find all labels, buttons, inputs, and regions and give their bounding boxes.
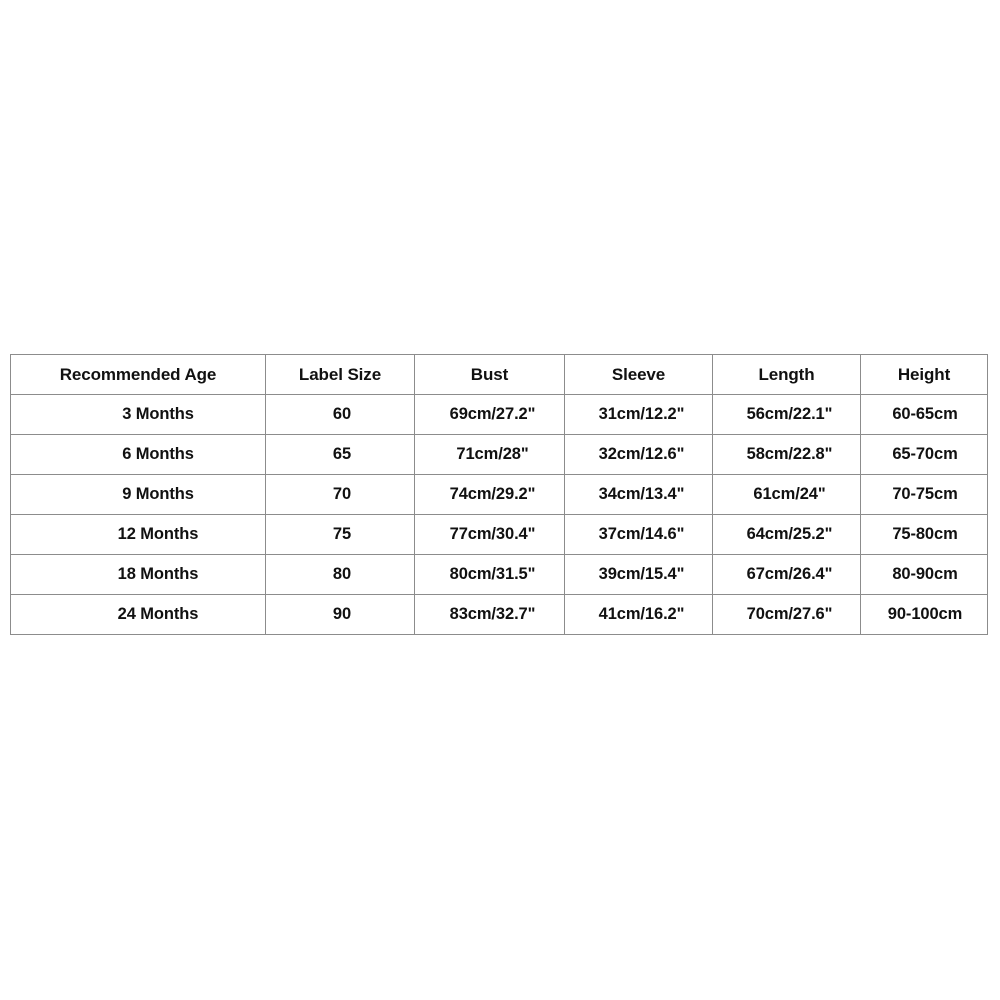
cell-height: 75-80cm <box>860 514 988 555</box>
cell-bust: 77cm/30.4" <box>414 514 565 555</box>
cell-age: 3 Months <box>10 394 266 435</box>
cell-age: 9 Months <box>10 474 266 515</box>
header-row: Recommended Age Label Size Bust Sleeve L… <box>10 354 988 395</box>
cell-sleeve: 34cm/13.4" <box>564 474 713 515</box>
column-header-height: Height <box>860 354 988 395</box>
table-row: 6 Months 65 71cm/28" 32cm/12.6" 58cm/22.… <box>10 434 988 475</box>
cell-label-size: 90 <box>265 594 415 635</box>
table-row: 9 Months 70 74cm/29.2" 34cm/13.4" 61cm/2… <box>10 474 988 515</box>
column-header-label-size: Label Size <box>265 354 415 395</box>
table-row: 18 Months 80 80cm/31.5" 39cm/15.4" 67cm/… <box>10 554 988 595</box>
table-row: 3 Months 60 69cm/27.2" 31cm/12.2" 56cm/2… <box>10 394 988 435</box>
cell-height: 90-100cm <box>860 594 988 635</box>
cell-bust: 80cm/31.5" <box>414 554 565 595</box>
cell-sleeve: 39cm/15.4" <box>564 554 713 595</box>
cell-label-size: 60 <box>265 394 415 435</box>
cell-height: 60-65cm <box>860 394 988 435</box>
cell-sleeve: 37cm/14.6" <box>564 514 713 555</box>
cell-label-size: 75 <box>265 514 415 555</box>
cell-age: 12 Months <box>10 514 266 555</box>
cell-sleeve: 41cm/16.2" <box>564 594 713 635</box>
cell-bust: 71cm/28" <box>414 434 565 475</box>
column-header-bust: Bust <box>414 354 565 395</box>
size-chart-table: Recommended Age Label Size Bust Sleeve L… <box>10 354 988 635</box>
cell-label-size: 80 <box>265 554 415 595</box>
cell-length: 64cm/25.2" <box>712 514 861 555</box>
cell-length: 61cm/24" <box>712 474 861 515</box>
cell-bust: 74cm/29.2" <box>414 474 565 515</box>
cell-sleeve: 31cm/12.2" <box>564 394 713 435</box>
cell-bust: 69cm/27.2" <box>414 394 565 435</box>
cell-age: 18 Months <box>10 554 266 595</box>
table-row: 12 Months 75 77cm/30.4" 37cm/14.6" 64cm/… <box>10 514 988 555</box>
column-header-length: Length <box>712 354 861 395</box>
table-row: 24 Months 90 83cm/32.7" 41cm/16.2" 70cm/… <box>10 594 988 635</box>
cell-length: 67cm/26.4" <box>712 554 861 595</box>
table-body: 3 Months 60 69cm/27.2" 31cm/12.2" 56cm/2… <box>10 394 988 635</box>
size-chart-container: Recommended Age Label Size Bust Sleeve L… <box>10 354 988 635</box>
cell-length: 70cm/27.6" <box>712 594 861 635</box>
cell-length: 56cm/22.1" <box>712 394 861 435</box>
cell-label-size: 65 <box>265 434 415 475</box>
cell-height: 80-90cm <box>860 554 988 595</box>
cell-sleeve: 32cm/12.6" <box>564 434 713 475</box>
cell-height: 70-75cm <box>860 474 988 515</box>
cell-label-size: 70 <box>265 474 415 515</box>
cell-bust: 83cm/32.7" <box>414 594 565 635</box>
column-header-recommended-age: Recommended Age <box>10 354 266 395</box>
cell-length: 58cm/22.8" <box>712 434 861 475</box>
table-header: Recommended Age Label Size Bust Sleeve L… <box>10 354 988 395</box>
column-header-sleeve: Sleeve <box>564 354 713 395</box>
cell-height: 65-70cm <box>860 434 988 475</box>
cell-age: 24 Months <box>10 594 266 635</box>
cell-age: 6 Months <box>10 434 266 475</box>
